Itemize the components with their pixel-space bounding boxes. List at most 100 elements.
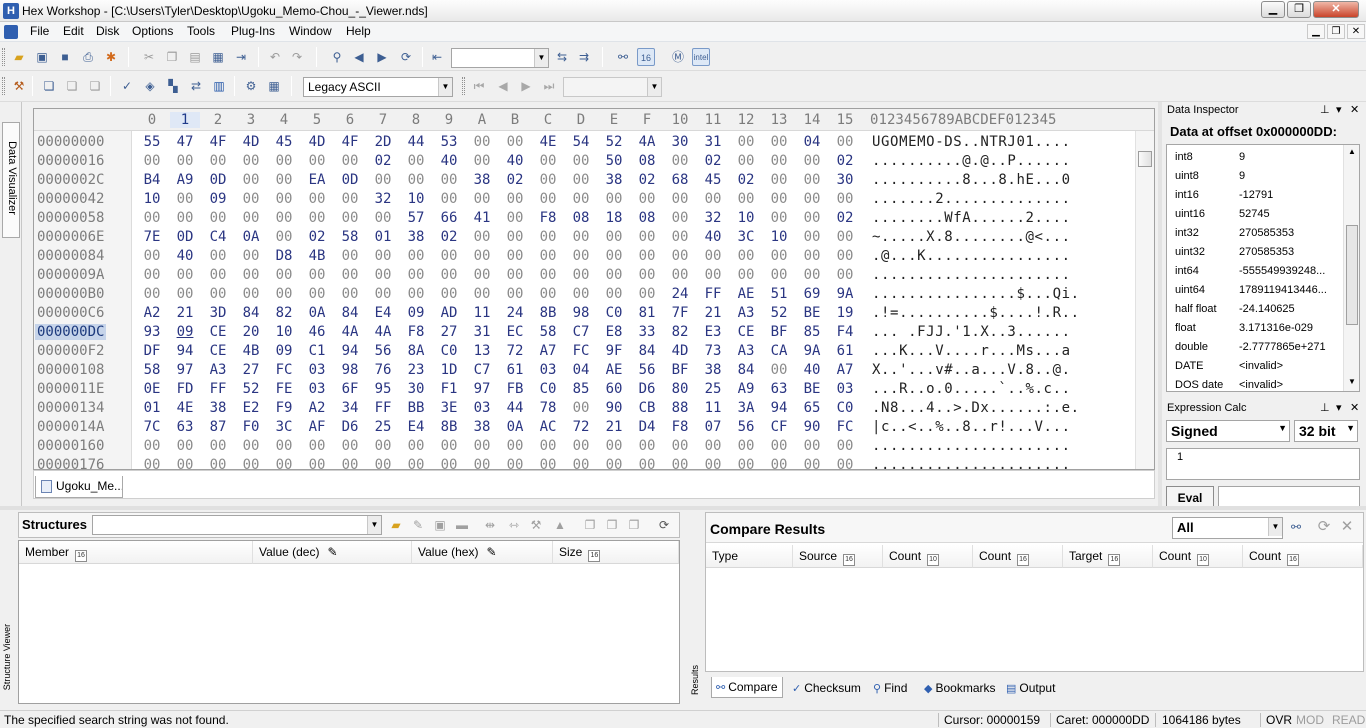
hex-byte[interactable]: 7F xyxy=(665,305,695,321)
hex-byte[interactable]: 09 xyxy=(269,343,299,359)
hex-byte[interactable]: 97 xyxy=(467,381,497,397)
row-offset[interactable]: 0000009A xyxy=(37,267,104,283)
hex-byte[interactable]: 38 xyxy=(467,172,497,188)
settings-icon[interactable]: ⚙ xyxy=(242,77,260,95)
hex-byte[interactable]: CE xyxy=(203,343,233,359)
hex-byte[interactable]: 9A xyxy=(797,343,827,359)
hex-byte[interactable]: 00 xyxy=(566,286,596,302)
hex-byte[interactable]: 40 xyxy=(698,229,728,245)
hex-byte[interactable]: FD xyxy=(170,381,200,397)
ascii-text[interactable]: |c..<..%..8..r!...V... xyxy=(872,419,1071,435)
hex-byte[interactable]: F8 xyxy=(533,210,563,226)
close-icon[interactable]: ✕ xyxy=(1338,518,1356,536)
hex-byte[interactable]: 00 xyxy=(269,229,299,245)
hex-byte[interactable]: 00 xyxy=(830,267,860,283)
row-offset[interactable]: 00000058 xyxy=(37,210,104,226)
ascii-text[interactable]: X..'...v#..a...V.8..@. xyxy=(872,362,1071,378)
hex-byte[interactable]: 00 xyxy=(566,457,596,469)
hex-byte[interactable]: 00 xyxy=(665,153,695,169)
structure-grid[interactable]: Member 16 Value (dec) ✎ Value (hex) ✎ Size 1… xyxy=(18,540,680,704)
hex-byte[interactable]: FC xyxy=(269,362,299,378)
hex-byte[interactable]: 63 xyxy=(764,381,794,397)
intel-icon[interactable]: intel xyxy=(692,48,710,66)
hex-byte[interactable]: 00 xyxy=(170,267,200,283)
hex-byte[interactable]: 00 xyxy=(467,286,497,302)
operations-icon[interactable]: ❏ xyxy=(40,77,58,95)
hex-byte[interactable]: AD xyxy=(434,305,464,321)
hex-byte[interactable]: 38 xyxy=(401,229,431,245)
inspector-row[interactable]: DATE <invalid> xyxy=(1167,357,1342,376)
row-offset[interactable]: 000000DC xyxy=(35,324,107,340)
hex-byte[interactable]: 00 xyxy=(764,172,794,188)
column-type[interactable]: Type xyxy=(706,545,793,568)
sign-select[interactable]: Signed ▼ xyxy=(1166,420,1290,442)
hex-byte[interactable]: 00 xyxy=(632,248,662,264)
hex-byte[interactable]: 00 xyxy=(236,438,266,454)
hex-byte[interactable]: 56 xyxy=(632,362,662,378)
hex-byte[interactable]: 00 xyxy=(599,286,629,302)
hex-byte[interactable]: D6 xyxy=(335,419,365,435)
toolbar-grip[interactable] xyxy=(2,48,5,66)
ascii-text[interactable]: ................$...Qi. xyxy=(872,286,1080,302)
hex-byte[interactable]: FB xyxy=(500,381,530,397)
hex-byte[interactable]: 08 xyxy=(632,153,662,169)
hex-byte[interactable]: A7 xyxy=(533,343,563,359)
hex-byte[interactable]: 00 xyxy=(401,267,431,283)
hex-byte[interactable]: F8 xyxy=(401,324,431,340)
hex-byte[interactable]: 00 xyxy=(170,457,200,469)
hex-byte[interactable]: A9 xyxy=(170,172,200,188)
hex-byte[interactable]: 04 xyxy=(797,134,827,150)
hex-byte[interactable]: 21 xyxy=(698,305,728,321)
hex-byte[interactable]: 00 xyxy=(764,191,794,207)
hex-byte[interactable]: 00 xyxy=(335,457,365,469)
base-converter-icon[interactable]: ⇄ xyxy=(187,77,205,95)
hex-byte[interactable]: A3 xyxy=(731,343,761,359)
hex-byte[interactable]: 00 xyxy=(797,191,827,207)
statistics-icon[interactable]: ▥ xyxy=(210,77,228,95)
hex-byte[interactable]: 45 xyxy=(698,172,728,188)
ascii-text[interactable]: UGOMEMO-DS..NTRJ01.... xyxy=(872,134,1071,150)
column-value-hex[interactable]: Value (hex) ✎ xyxy=(412,541,553,564)
hex-byte[interactable]: 98 xyxy=(335,362,365,378)
hex-byte[interactable]: 4D xyxy=(302,134,332,150)
hex-byte[interactable]: 00 xyxy=(698,457,728,469)
hex-byte[interactable]: 84 xyxy=(335,305,365,321)
hex-byte[interactable]: 00 xyxy=(269,191,299,207)
hex-byte[interactable]: 38 xyxy=(698,362,728,378)
search-combo[interactable]: ▼ xyxy=(451,48,549,68)
hex-byte[interactable]: 00 xyxy=(203,286,233,302)
hex-byte[interactable]: 00 xyxy=(401,172,431,188)
hex-byte[interactable]: 53 xyxy=(434,134,464,150)
hex-byte[interactable]: BF xyxy=(665,362,695,378)
hex-byte[interactable]: 94 xyxy=(170,343,200,359)
hex-byte[interactable]: 4A xyxy=(632,134,662,150)
hex-byte[interactable]: 00 xyxy=(764,210,794,226)
hex-byte[interactable]: 25 xyxy=(368,419,398,435)
find-icon[interactable]: ⚲ xyxy=(328,48,346,66)
row-offset[interactable]: 00000084 xyxy=(37,248,104,264)
hex-byte[interactable]: 00 xyxy=(533,438,563,454)
menu-edit[interactable]: Edit xyxy=(61,24,86,38)
inspector-row[interactable]: uint8 9 xyxy=(1167,167,1342,186)
hex-byte[interactable]: FF xyxy=(368,400,398,416)
row-offset[interactable]: 000000C6 xyxy=(37,305,104,321)
hex-byte[interactable]: 00 xyxy=(467,134,497,150)
hex-byte[interactable]: 00 xyxy=(797,248,827,264)
close-icon[interactable]: ✕ xyxy=(1350,401,1359,414)
ascii-text[interactable]: ~.....X.8........@<... xyxy=(872,229,1071,245)
hex-byte[interactable]: 4F xyxy=(335,134,365,150)
paste-block-icon[interactable]: ❏ xyxy=(86,77,104,95)
hex-byte[interactable]: 09 xyxy=(401,305,431,321)
hex-byte[interactable]: 0D xyxy=(203,172,233,188)
hex-byte[interactable]: 00 xyxy=(566,229,596,245)
hex-byte[interactable]: 03 xyxy=(302,362,332,378)
hex-byte[interactable]: F8 xyxy=(665,419,695,435)
hex-byte[interactable]: 30 xyxy=(665,134,695,150)
export-icon[interactable]: ▦ xyxy=(209,48,227,66)
ascii-text[interactable]: ...R..o.0.....`..%.c.. xyxy=(872,381,1071,397)
hex-byte[interactable]: 00 xyxy=(302,153,332,169)
hex-byte[interactable]: 10 xyxy=(764,229,794,245)
hex-byte[interactable]: 00 xyxy=(731,438,761,454)
last-record-icon[interactable]: ⏭ xyxy=(540,77,558,95)
bookmark-icon[interactable]: ⇆ xyxy=(553,48,571,66)
